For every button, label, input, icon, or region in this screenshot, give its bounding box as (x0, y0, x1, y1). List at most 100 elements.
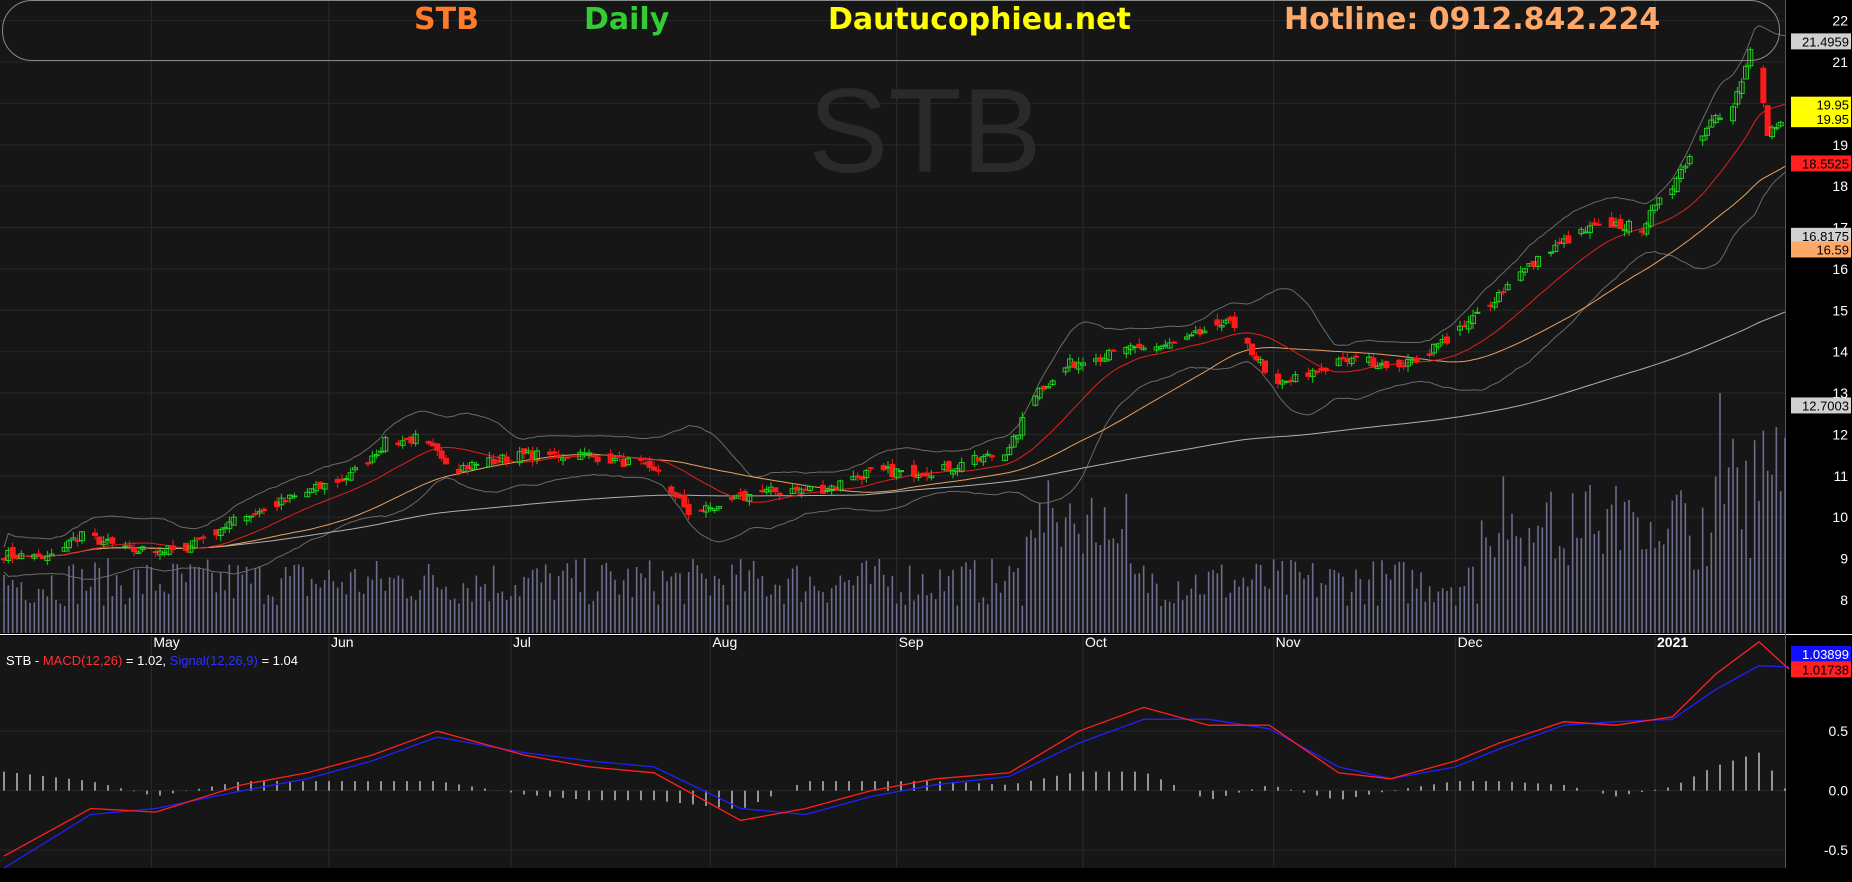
candle-body (1314, 370, 1320, 373)
candle-body (1262, 360, 1268, 373)
candle-body (109, 537, 116, 544)
price-tag-text: 19.95 (1816, 112, 1849, 127)
price-tick-label: 9 (1840, 551, 1848, 567)
candle-body (1249, 343, 1255, 356)
candle-body (443, 457, 449, 465)
price-tick-label: 10 (1832, 509, 1848, 525)
candle-body (1383, 361, 1390, 369)
candle-body (126, 544, 133, 547)
price-tag-text: 18.5525 (1802, 156, 1849, 171)
price-tick-label: 12 (1832, 426, 1848, 442)
header-site: Dautucophieu.net (828, 2, 1131, 37)
candle-body (1110, 349, 1117, 352)
price-tick-label: 22 (1832, 13, 1848, 29)
candle-body (1214, 319, 1221, 326)
price-tick-label: 8 (1840, 592, 1848, 608)
candle-body (200, 536, 207, 539)
price-tick-label: 15 (1832, 302, 1848, 318)
candle-body (1617, 218, 1624, 230)
date-tick-label: Oct (1085, 634, 1107, 650)
candle-body (282, 500, 289, 503)
candle-body (1413, 357, 1420, 363)
price-tag-text: 19.95 (1816, 98, 1849, 113)
candle-body (945, 461, 952, 472)
candle-body (1426, 353, 1433, 356)
candle-body (655, 469, 662, 472)
candle-body (594, 456, 601, 463)
candle-body (503, 456, 510, 463)
date-tick-label: Jul (513, 634, 531, 650)
candle-body (685, 504, 692, 516)
candle-body (1760, 67, 1767, 104)
price-tag-text: 21.4959 (1802, 34, 1849, 49)
candle-body (252, 513, 259, 516)
candle-body (820, 484, 826, 494)
candle-body (984, 453, 991, 456)
price-tag-text: 12.7003 (1802, 398, 1849, 413)
candle-body (473, 463, 480, 466)
macd-legend-signal-value: = 1.04 (257, 653, 298, 668)
candle-body (1231, 316, 1238, 328)
candle-body (867, 467, 874, 470)
candle-body (551, 451, 558, 454)
candle-body (261, 508, 267, 512)
candle-body (438, 450, 445, 459)
macd-pane (0, 636, 1785, 868)
candle-body (1565, 235, 1572, 244)
candle-body (291, 495, 298, 498)
macd-legend-macd-name: MACD(12,26) (42, 653, 123, 668)
candle-body (772, 487, 779, 493)
macd-tick-label: 0.0 (1829, 783, 1849, 799)
candle-body (1717, 117, 1723, 120)
macd-legend-macd-value: = 1.02, (122, 653, 170, 668)
date-tick-label: Sep (899, 634, 924, 650)
candle-body (92, 532, 98, 536)
candle-body (1244, 337, 1251, 344)
candle-body (1500, 291, 1507, 294)
candle-body (1444, 336, 1450, 344)
candle-body (131, 547, 137, 553)
date-tick-label: 2021 (1657, 634, 1688, 650)
macd-tick-label: 0.5 (1829, 723, 1849, 739)
candle-body (989, 455, 995, 458)
date-tick-label: Jun (331, 634, 354, 650)
price-tick-label: 11 (1833, 468, 1848, 484)
date-tick-label: Aug (712, 634, 737, 650)
candle-body (1171, 341, 1177, 344)
candle-body (776, 492, 783, 495)
price-tick-label: 14 (1832, 344, 1848, 360)
date-tick-label: Dec (1458, 634, 1483, 650)
candle-body (35, 553, 42, 556)
candle-body (434, 443, 441, 451)
candle-body (898, 470, 904, 473)
candle-body (1136, 343, 1143, 349)
header-hotline: Hotline: 0912.842.224 (1284, 2, 1661, 37)
macd-legend: STB - MACD(12,26) = 1.02, Signal(12,26,9… (6, 653, 298, 668)
candle-body (170, 545, 176, 551)
candle-body (1548, 251, 1554, 254)
candle-body (1322, 367, 1329, 372)
price-tag-text: 1.03899 (1802, 647, 1849, 662)
candle-body (924, 472, 930, 477)
watermark-ticker: STB (808, 64, 1041, 198)
candle-body (1188, 334, 1195, 337)
candle-body (1353, 355, 1359, 358)
price-tag-text: 16.59 (1816, 242, 1849, 257)
date-tick-label: May (153, 634, 179, 650)
candle-body (1595, 223, 1602, 226)
price-tag-text: 1.01738 (1802, 662, 1849, 677)
price-tick-label: 16 (1832, 261, 1848, 277)
macd-legend-prefix: STB - (6, 653, 43, 668)
candle-body (911, 464, 917, 477)
date-tick-label: Nov (1276, 634, 1301, 650)
candle-body (668, 486, 675, 494)
stock-chart: STB 8910111213141516171819202122 -0.50.0… (0, 0, 1852, 882)
candle-body (616, 454, 623, 458)
macd-tick-label: -0.5 (1824, 842, 1848, 858)
candle-body (564, 456, 571, 459)
header-ticker: STB (414, 2, 479, 37)
candle-body (365, 462, 371, 465)
price-tick-label: 18 (1832, 178, 1848, 194)
price-tick-label: 21 (1832, 54, 1848, 70)
price-tick-label: 19 (1832, 137, 1848, 153)
